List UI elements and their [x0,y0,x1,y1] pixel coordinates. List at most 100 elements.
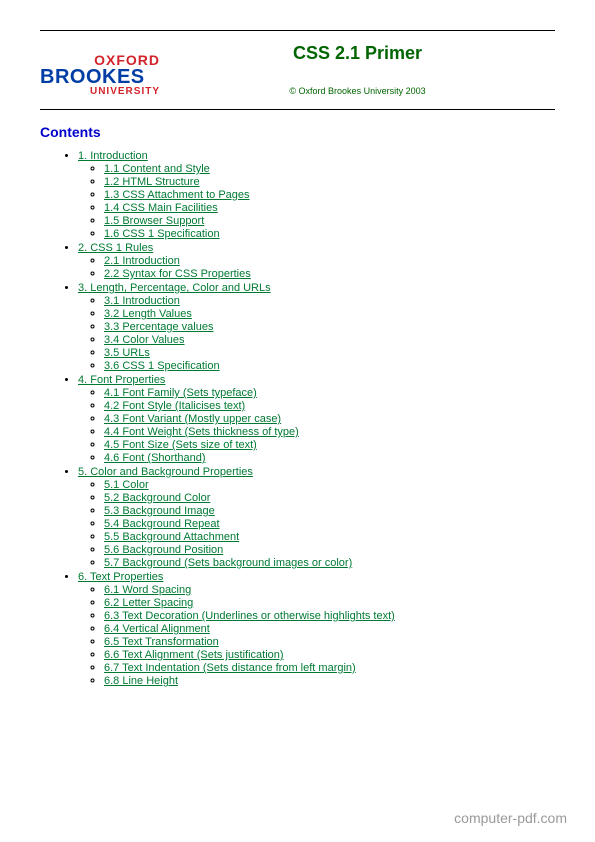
toc-subsection-link[interactable]: 6.1 Word Spacing [104,584,191,596]
toc-subsection-list: 6.1 Word Spacing6.2 Letter Spacing6.3 Te… [78,584,555,687]
footer-source: computer-pdf.com [454,810,567,826]
toc-subsection-list: 3.1 Introduction3.2 Length Values3.3 Per… [78,295,555,372]
toc-subsection: 4.5 Font Size (Sets size of text) [104,439,555,451]
toc-subsection: 3.3 Percentage values [104,321,555,333]
toc-subsection-link[interactable]: 4.1 Font Family (Sets typeface) [104,387,257,399]
toc-subsection-link[interactable]: 3.1 Introduction [104,295,180,307]
toc-subsection-link[interactable]: 6.6 Text Alignment (Sets justification) [104,649,284,661]
toc-subsection: 4.1 Font Family (Sets typeface) [104,387,555,399]
toc-subsection: 1.2 HTML Structure [104,176,555,188]
toc-subsection: 4.2 Font Style (Italicises text) [104,400,555,412]
toc-subsection: 5.4 Background Repeat [104,518,555,530]
toc-subsection: 6.1 Word Spacing [104,584,555,596]
toc-subsection-link[interactable]: 1.6 CSS 1 Specification [104,228,220,240]
toc-subsection-link[interactable]: 1.5 Browser Support [104,215,204,227]
toc-subsection: 5.3 Background Image [104,505,555,517]
toc-subsection: 2.2 Syntax for CSS Properties [104,268,555,280]
toc-subsection-list: 4.1 Font Family (Sets typeface)4.2 Font … [78,387,555,464]
toc-subsection-link[interactable]: 3.5 URLs [104,347,150,359]
toc-subsection-link[interactable]: 3.2 Length Values [104,308,192,320]
toc-section-link[interactable]: 5. Color and Background Properties [78,466,253,478]
toc-subsection-link[interactable]: 4.4 Font Weight (Sets thickness of type) [104,426,299,438]
toc-section-link[interactable]: 1. Introduction [78,150,148,162]
toc-subsection-link[interactable]: 4.3 Font Variant (Mostly upper case) [104,413,281,425]
toc-section: 2. CSS 1 Rules2.1 Introduction2.2 Syntax… [78,242,555,280]
toc-subsection: 5.6 Background Position [104,544,555,556]
header: OXFORD BROOKES UNIVERSITY CSS 2.1 Primer… [40,41,555,97]
toc-subsection: 4.6 Font (Shorthand) [104,452,555,464]
toc-subsection-link[interactable]: 1.3 CSS Attachment to Pages [104,189,250,201]
mid-rule [40,109,555,110]
toc-subsection: 1.3 CSS Attachment to Pages [104,189,555,201]
toc-subsection: 2.1 Introduction [104,255,555,267]
toc-section-link[interactable]: 3. Length, Percentage, Color and URLs [78,282,271,294]
toc-section: 6. Text Properties6.1 Word Spacing6.2 Le… [78,571,555,687]
toc-subsection: 6.4 Vertical Alignment [104,623,555,635]
toc-section-link[interactable]: 2. CSS 1 Rules [78,242,153,254]
toc-subsection-list: 5.1 Color5.2 Background Color5.3 Backgro… [78,479,555,569]
toc-subsection: 5.7 Background (Sets background images o… [104,557,555,569]
toc-subsection-link[interactable]: 1.4 CSS Main Facilities [104,202,218,214]
toc-subsection: 3.6 CSS 1 Specification [104,360,555,372]
toc-subsection: 3.1 Introduction [104,295,555,307]
page-title: CSS 2.1 Primer [160,43,555,64]
toc-subsection-link[interactable]: 6.4 Vertical Alignment [104,623,210,635]
table-of-contents: 1. Introduction1.1 Content and Style1.2 … [40,150,555,687]
toc-subsection-link[interactable]: 3.3 Percentage values [104,321,213,333]
toc-section: 1. Introduction1.1 Content and Style1.2 … [78,150,555,240]
toc-section: 5. Color and Background Properties5.1 Co… [78,466,555,569]
toc-subsection-link[interactable]: 3.4 Color Values [104,334,185,346]
toc-subsection-link[interactable]: 5.2 Background Color [104,492,210,504]
toc-subsection-link[interactable]: 3.6 CSS 1 Specification [104,360,220,372]
toc-subsection-link[interactable]: 4.6 Font (Shorthand) [104,452,206,464]
toc-subsection-link[interactable]: 6.5 Text Transformation [104,636,219,648]
toc-section-link[interactable]: 4. Font Properties [78,374,165,386]
toc-subsection-link[interactable]: 6.7 Text Indentation (Sets distance from… [104,662,356,674]
toc-subsection-list: 2.1 Introduction2.2 Syntax for CSS Prope… [78,255,555,280]
toc-subsection: 4.4 Font Weight (Sets thickness of type) [104,426,555,438]
toc-subsection: 6.6 Text Alignment (Sets justification) [104,649,555,661]
copyright: © Oxford Brookes University 2003 [160,86,555,96]
toc-subsection: 5.2 Background Color [104,492,555,504]
toc-subsection-link[interactable]: 5.3 Background Image [104,505,215,517]
toc-subsection: 1.6 CSS 1 Specification [104,228,555,240]
toc-subsection-link[interactable]: 5.7 Background (Sets background images o… [104,557,352,569]
toc-subsection-link[interactable]: 2.1 Introduction [104,255,180,267]
toc-subsection: 6.8 Line Height [104,675,555,687]
toc-subsection: 3.4 Color Values [104,334,555,346]
brookes-logo: OXFORD BROOKES UNIVERSITY [40,41,160,97]
toc-subsection-link[interactable]: 6.8 Line Height [104,675,178,687]
toc-subsection: 1.4 CSS Main Facilities [104,202,555,214]
toc-subsection-link[interactable]: 5.6 Background Position [104,544,223,556]
toc-subsection: 3.5 URLs [104,347,555,359]
toc-subsection-list: 1.1 Content and Style1.2 HTML Structure1… [78,163,555,240]
toc-subsection: 6.5 Text Transformation [104,636,555,648]
logo-line-2: BROOKES [40,67,160,87]
toc-subsection: 6.2 Letter Spacing [104,597,555,609]
toc-subsection: 6.3 Text Decoration (Underlines or other… [104,610,555,622]
top-rule [40,30,555,31]
toc-subsection: 3.2 Length Values [104,308,555,320]
toc-subsection-link[interactable]: 5.5 Background Attachment [104,531,239,543]
toc-subsection: 1.5 Browser Support [104,215,555,227]
toc-subsection-link[interactable]: 4.5 Font Size (Sets size of text) [104,439,257,451]
toc-subsection-link[interactable]: 2.2 Syntax for CSS Properties [104,268,251,280]
toc-subsection-link[interactable]: 4.2 Font Style (Italicises text) [104,400,245,412]
toc-subsection-link[interactable]: 6.2 Letter Spacing [104,597,193,609]
toc-subsection: 5.1 Color [104,479,555,491]
toc-subsection: 1.1 Content and Style [104,163,555,175]
toc-subsection-link[interactable]: 1.2 HTML Structure [104,176,200,188]
toc-section: 3. Length, Percentage, Color and URLs3.1… [78,282,555,372]
toc-subsection-link[interactable]: 6.3 Text Decoration (Underlines or other… [104,610,395,622]
toc-subsection-link[interactable]: 1.1 Content and Style [104,163,210,175]
contents-heading: Contents [40,124,555,140]
title-area: CSS 2.1 Primer © Oxford Brookes Universi… [160,41,555,96]
logo-line-3: UNIVERSITY [40,87,160,97]
toc-subsection-link[interactable]: 5.1 Color [104,479,149,491]
toc-subsection: 4.3 Font Variant (Mostly upper case) [104,413,555,425]
logo-line-1: OXFORD [40,53,160,67]
toc-subsection: 6.7 Text Indentation (Sets distance from… [104,662,555,674]
toc-subsection-link[interactable]: 5.4 Background Repeat [104,518,220,530]
toc-section-link[interactable]: 6. Text Properties [78,571,163,583]
toc-subsection: 5.5 Background Attachment [104,531,555,543]
